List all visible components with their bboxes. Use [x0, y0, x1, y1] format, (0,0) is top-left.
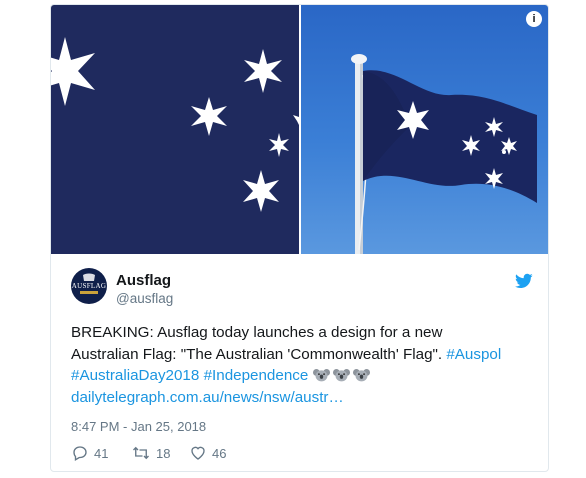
retweet-count: 18 [156, 445, 171, 461]
koala-emoji-icon [332, 369, 350, 382]
retweet-icon [133, 446, 149, 460]
reply-icon [73, 446, 87, 461]
tweet-line-2-text: Australian Flag: "The Australian 'Common… [71, 345, 443, 363]
flag-pole-image[interactable] [301, 5, 548, 254]
author-handle[interactable]: @ausflag [116, 291, 173, 306]
tweet-text: BREAKING: Ausflag today launches a desig… [71, 322, 533, 408]
flag-closeup-image[interactable] [51, 5, 299, 254]
tweet-header: AUSFLAG Ausflag @ausflag [71, 268, 533, 310]
reply-button[interactable]: 41 [71, 443, 108, 463]
avatar-label: AUSFLAG [71, 282, 107, 290]
waving-flag-graphic [351, 54, 537, 254]
avatar[interactable]: AUSFLAG [71, 268, 107, 304]
article-link[interactable]: dailytelegraph.com.au/news/nsw/austr… [71, 389, 344, 406]
tweet-media[interactable]: i [51, 5, 548, 254]
like-button[interactable]: 46 [189, 443, 226, 463]
tweet-line-3: #AustraliaDay2018 #Independence [71, 365, 533, 387]
hashtag-independence[interactable]: #Independence [204, 367, 309, 384]
tweet-line-4: dailytelegraph.com.au/news/nsw/austr… [71, 387, 533, 409]
reply-count: 41 [94, 445, 109, 461]
large-star [51, 37, 95, 106]
tweet-line-1: BREAKING: Ausflag today launches a desig… [71, 324, 443, 341]
star-left [191, 97, 227, 136]
like-count: 46 [212, 445, 227, 461]
tweet-timestamp[interactable]: 8:47 PM - Jan 25, 2018 [71, 419, 206, 434]
tweet-card[interactable]: i AUSFLAG Ausflag @ausflag BREAKING: Aus… [50, 4, 549, 472]
koala-emoji-icon [312, 369, 330, 382]
heart-icon [191, 446, 205, 460]
star-edge [293, 115, 299, 125]
author-name[interactable]: Ausflag [116, 272, 171, 289]
flag-stars-graphic [51, 37, 299, 212]
twitter-bird-icon[interactable] [514, 272, 534, 290]
star-top [244, 49, 282, 93]
tweet-actions: 41 18 46 [71, 443, 371, 463]
star-small [269, 133, 289, 157]
info-icon[interactable]: i [526, 11, 542, 27]
tweet-line-2: Australian Flag: "The Australian 'Common… [71, 344, 533, 366]
hashtag-australiaday2018[interactable]: #AustraliaDay2018 [71, 367, 199, 384]
hashtag-auspol[interactable]: #Auspol [446, 346, 501, 363]
star-bottom [243, 170, 279, 212]
retweet-button[interactable]: 18 [131, 443, 170, 463]
koala-emoji-icon [352, 369, 370, 382]
